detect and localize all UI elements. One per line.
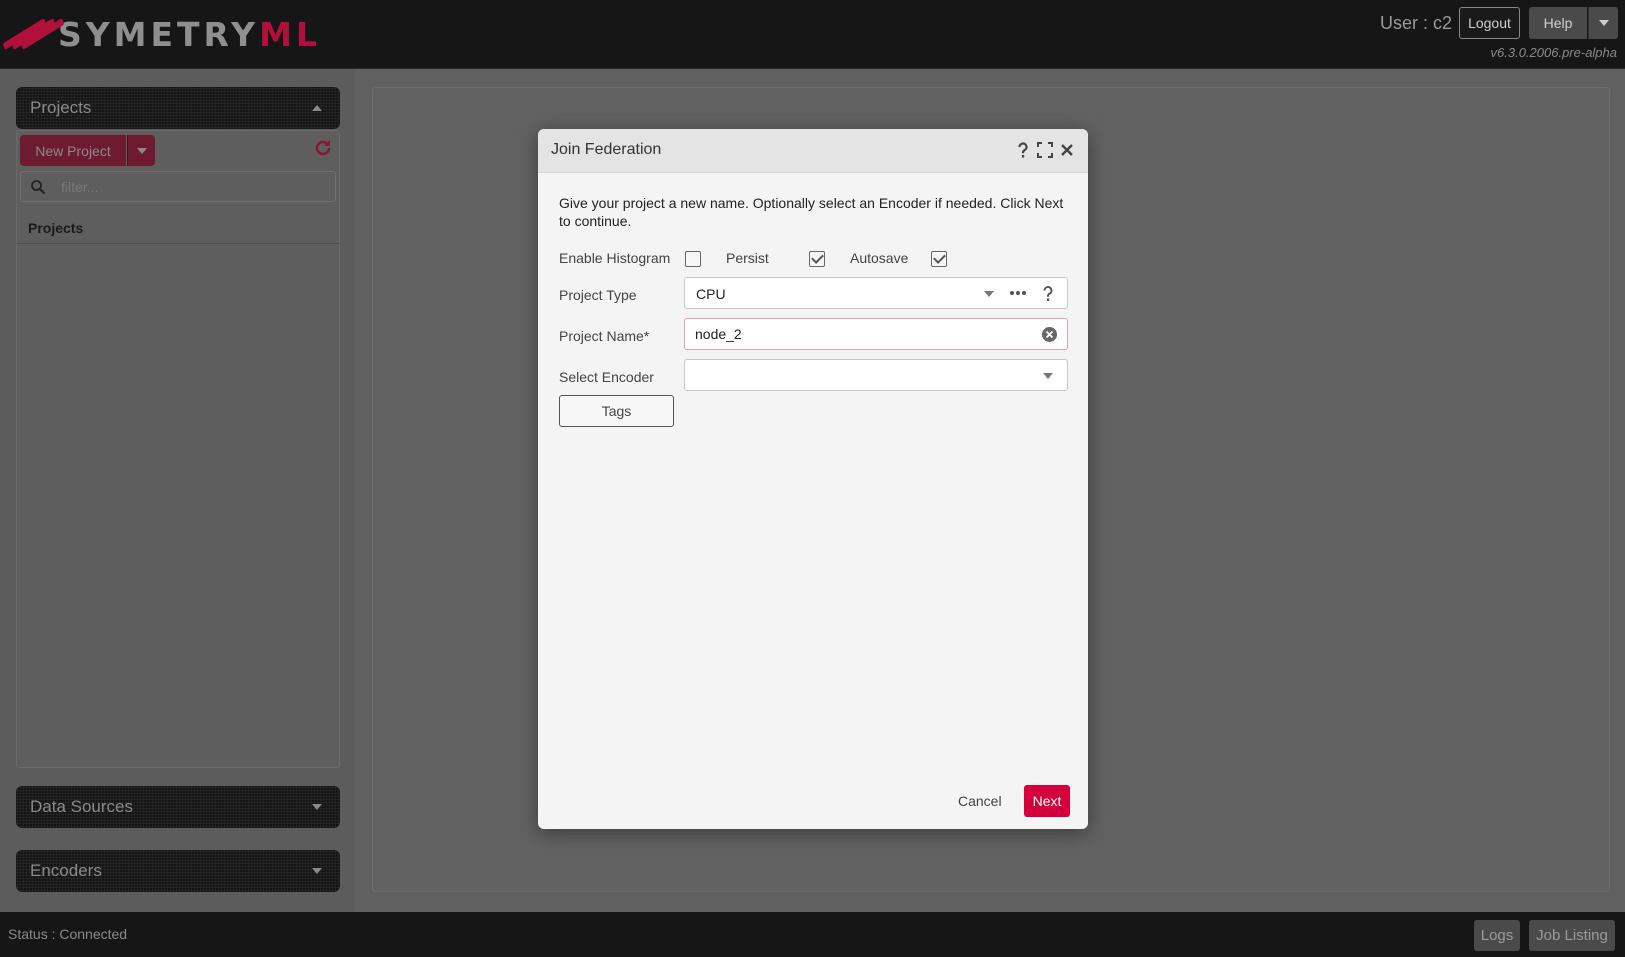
encoders-panel-title: Encoders [30, 861, 102, 880]
persist-label: Persist [726, 250, 769, 266]
expand-icon [312, 868, 322, 874]
help-icon[interactable] [1014, 141, 1032, 159]
help-icon[interactable] [1040, 285, 1056, 303]
logout-button[interactable]: Logout [1459, 7, 1520, 39]
projects-panel-title: Projects [30, 98, 92, 117]
more-options-icon[interactable] [1009, 287, 1027, 299]
logo-text: SYMETRY [58, 14, 260, 54]
clear-icon[interactable] [1041, 326, 1058, 343]
dialog-title: Join Federation [551, 141, 662, 158]
help-button[interactable]: Help [1529, 7, 1587, 39]
user-label: User : c2 [1380, 13, 1453, 33]
project-filter[interactable] [20, 171, 336, 202]
connection-status: Status : Connected [8, 926, 128, 942]
enable-histogram-checkbox[interactable] [685, 251, 701, 267]
persist-checkbox[interactable] [809, 251, 825, 267]
data-sources-panel-title: Data Sources [30, 797, 133, 816]
filter-input[interactable] [61, 172, 321, 201]
data-sources-panel-header[interactable]: Data Sources [16, 786, 340, 828]
dialog-header: Join Federation [538, 129, 1088, 173]
project-name-label: Project Name* [559, 328, 650, 344]
chevron-down-icon [1043, 373, 1053, 379]
join-federation-dialog: Join Federation Give your project a new … [538, 129, 1088, 829]
project-name-field[interactable] [684, 318, 1068, 350]
close-icon[interactable] [1058, 141, 1076, 159]
refresh-icon[interactable] [313, 138, 333, 158]
projects-panel-header[interactable]: Projects [16, 87, 340, 129]
logo-mark-icon [2, 12, 65, 56]
app-header: SYMETRYML User : c2 Logout Help v6.3.0.2… [0, 0, 1625, 69]
expand-icon [312, 804, 322, 810]
chevron-down-icon [1598, 20, 1609, 26]
chevron-down-icon [984, 291, 994, 297]
autosave-checkbox[interactable] [931, 251, 947, 267]
dialog-intro-text: Give your project a new name. Optionally… [559, 195, 1064, 229]
chevron-down-icon [136, 147, 147, 154]
search-icon [31, 180, 46, 195]
select-encoder-label: Select Encoder [559, 369, 654, 385]
next-button[interactable]: Next [1024, 785, 1070, 817]
logo: SYMETRYML [2, 12, 321, 56]
project-name-input[interactable] [695, 319, 1025, 349]
collapse-icon [312, 105, 322, 111]
project-type-select[interactable]: CPU [684, 277, 1068, 309]
encoders-panel-header[interactable]: Encoders [16, 850, 340, 892]
tags-button[interactable]: Tags [559, 395, 674, 427]
new-project-dropdown-button[interactable] [127, 135, 155, 166]
logs-button[interactable]: Logs [1474, 920, 1520, 951]
enable-histogram-label: Enable Histogram [559, 250, 671, 266]
project-type-value: CPU [696, 286, 726, 302]
autosave-label: Autosave [850, 250, 909, 266]
help-dropdown-button[interactable] [1588, 7, 1618, 39]
status-bar: Status : Connected Logs Job Listing [0, 912, 1625, 957]
job-listing-button[interactable]: Job Listing [1529, 920, 1615, 951]
cancel-button[interactable]: Cancel [958, 793, 1002, 809]
encoder-select[interactable] [684, 359, 1068, 391]
maximize-icon[interactable] [1036, 141, 1054, 159]
projects-list-header: Projects [16, 212, 340, 244]
new-project-button[interactable]: New Project [20, 135, 126, 166]
project-type-label: Project Type [559, 287, 637, 303]
version-label: v6.3.0.2006.pre-alpha [1490, 45, 1617, 60]
logo-text-accent: ML [259, 14, 321, 54]
